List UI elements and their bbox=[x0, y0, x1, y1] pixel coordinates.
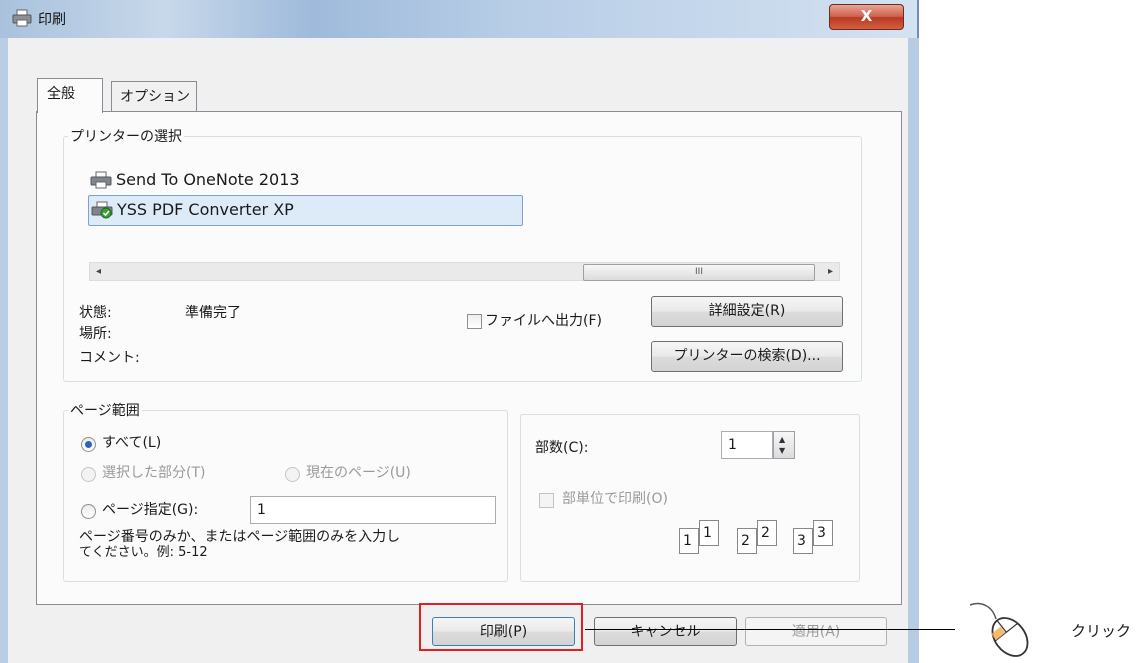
page-range-hint-line: てください。例: 5-12 bbox=[79, 545, 208, 560]
printer-icon bbox=[12, 9, 32, 27]
mouse-icon bbox=[969, 602, 1029, 657]
stepper-up-icon[interactable]: ▲ bbox=[779, 435, 785, 444]
printer-name: YSS PDF Converter XP bbox=[117, 200, 294, 219]
printer-list-item-selected[interactable]: YSS PDF Converter XP bbox=[88, 195, 523, 226]
tab-options-label: オプション bbox=[120, 89, 190, 105]
page-range-legend: ページ範囲 bbox=[70, 403, 140, 419]
collate-page-icon: 1 bbox=[679, 528, 699, 554]
collate-page-icon: 2 bbox=[737, 528, 757, 554]
range-pages-radio[interactable] bbox=[81, 504, 96, 519]
scroll-thumb[interactable]: III bbox=[583, 264, 815, 281]
window-border bbox=[0, 38, 8, 663]
tab-general-label: 全般 bbox=[47, 86, 75, 102]
collate-page-icon: 3 bbox=[813, 520, 833, 546]
stepper-down-icon[interactable]: ▼ bbox=[779, 446, 785, 455]
range-all-radio[interactable] bbox=[81, 437, 96, 452]
default-printer-icon bbox=[91, 201, 113, 219]
tab-general[interactable]: 全般 bbox=[37, 78, 103, 113]
highlight-box bbox=[419, 603, 583, 651]
collate-page-icon: 1 bbox=[699, 520, 719, 546]
status-label: 状態: bbox=[79, 305, 112, 321]
range-current-page-radio[interactable] bbox=[285, 467, 300, 482]
window-border bbox=[908, 38, 919, 663]
collate-checkbox[interactable] bbox=[539, 493, 554, 508]
printer-name: Send To OneNote 2013 bbox=[116, 170, 300, 189]
printer-list-item[interactable]: Send To OneNote 2013 bbox=[88, 166, 388, 194]
page-range-input[interactable]: 1 bbox=[250, 496, 496, 524]
collate-preview: 1 1 2 2 3 3 bbox=[679, 520, 839, 568]
collate-label[interactable]: 部単位で印刷(O) bbox=[562, 488, 668, 508]
copies-stepper[interactable]: ▲ ▼ bbox=[773, 431, 795, 459]
apply-button[interactable]: 適用(A) bbox=[745, 617, 887, 646]
print-to-file-checkbox[interactable] bbox=[467, 314, 482, 329]
range-selection-label[interactable]: 選択した部分(T) bbox=[102, 462, 205, 482]
range-all-label[interactable]: すべて(L) bbox=[102, 432, 161, 452]
callout-line bbox=[585, 629, 955, 630]
printer-icon bbox=[90, 171, 112, 189]
close-button[interactable]: X bbox=[829, 4, 904, 30]
page-range-hint-line: ページ番号のみか、またはページ範囲のみを入力し bbox=[79, 529, 401, 545]
range-current-page-label[interactable]: 現在のページ(U) bbox=[306, 462, 411, 482]
find-printer-button[interactable]: プリンターの検索(D)... bbox=[651, 341, 843, 372]
preferences-button[interactable]: 詳細設定(R) bbox=[651, 296, 843, 327]
printer-group-legend: プリンターの選択 bbox=[70, 129, 182, 145]
range-pages-label[interactable]: ページ指定(G): bbox=[102, 499, 198, 519]
status-value: 準備完了 bbox=[185, 305, 241, 321]
range-selection-radio[interactable] bbox=[81, 467, 96, 482]
copies-input[interactable]: 1 bbox=[721, 431, 773, 459]
comment-label: コメント: bbox=[79, 350, 140, 366]
scroll-left-arrow-icon[interactable]: ◂ bbox=[90, 263, 107, 280]
print-dialog: 印刷 X 全般 オプション プリンターの選択 Send To OneNote 2… bbox=[0, 0, 919, 663]
collate-page-icon: 2 bbox=[757, 520, 777, 546]
window-title: 印刷 bbox=[38, 12, 66, 28]
collate-page-icon: 3 bbox=[793, 528, 813, 554]
title-bar[interactable] bbox=[0, 0, 919, 38]
copies-label: 部数(C): bbox=[535, 440, 589, 456]
scroll-right-arrow-icon[interactable]: ▸ bbox=[822, 263, 839, 280]
page-range-hint: ページ番号のみか、またはページ範囲のみを入力し てください。例: 5-12 bbox=[79, 529, 401, 561]
location-label: 場所: bbox=[79, 326, 112, 342]
click-annotation-label: クリック bbox=[1071, 622, 1132, 640]
print-to-file-label[interactable]: ファイルへ出力(F) bbox=[485, 310, 602, 330]
tab-options[interactable]: オプション bbox=[111, 81, 197, 112]
cancel-button[interactable]: キャンセル bbox=[594, 617, 737, 646]
printer-list-scrollbar[interactable]: ◂ III ▸ bbox=[89, 262, 840, 281]
